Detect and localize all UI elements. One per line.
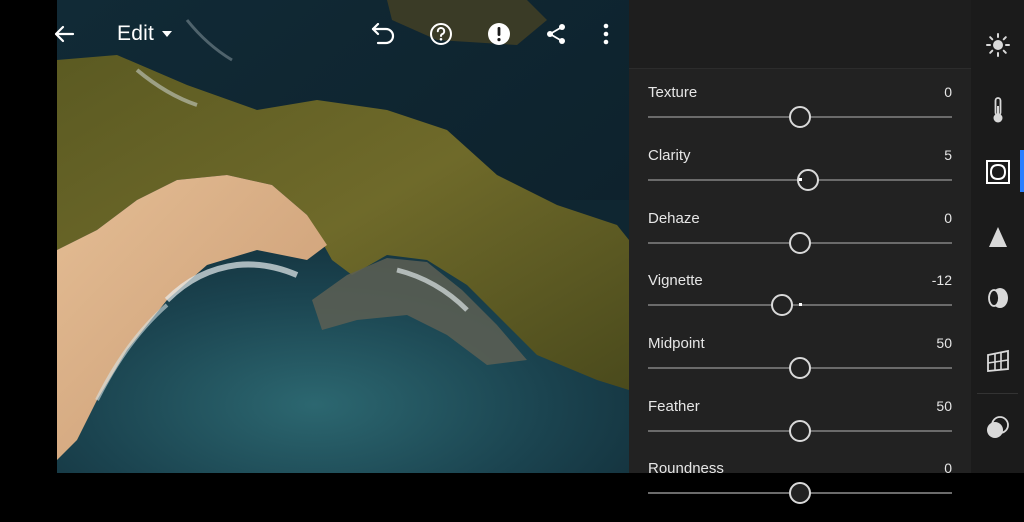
slider-label: Clarity — [648, 147, 691, 164]
slider-row-clarity: Clarity 5 — [648, 147, 952, 209]
light-icon — [985, 33, 1010, 57]
top-toolbar: Edit — [54, 0, 629, 70]
caret-down-icon — [162, 31, 172, 37]
alert-icon — [488, 23, 510, 45]
aerial-coastline-image — [57, 0, 629, 473]
color-temperature-icon — [993, 97, 1002, 123]
tool-detail[interactable] — [971, 212, 1024, 262]
slider-label: Midpoint — [648, 335, 705, 352]
slider-thumb[interactable] — [770, 294, 793, 316]
edit-mode-label: Edit — [117, 22, 154, 45]
help-button[interactable] — [427, 20, 455, 48]
slider-thumb[interactable] — [789, 482, 811, 504]
slider-value: 0 — [944, 84, 952, 100]
slider-value: 50 — [936, 335, 952, 351]
slider-value: 0 — [944, 460, 952, 476]
slider-row-midpoint: Midpoint 50 — [648, 335, 952, 397]
slider-row-texture: Texture 0 — [648, 84, 952, 146]
slider-label: Roundness — [648, 460, 724, 477]
tool-geometry[interactable] — [971, 336, 1024, 386]
slider-thumb[interactable] — [789, 357, 811, 379]
slider-row-roundness: Roundness 0 — [648, 460, 952, 522]
slider-track[interactable] — [648, 169, 952, 191]
photo-canvas[interactable] — [57, 0, 629, 473]
alert-button[interactable] — [485, 20, 513, 48]
slider-thumb[interactable] — [789, 106, 811, 128]
effects-icon — [985, 160, 1010, 184]
slider-value: 50 — [936, 398, 952, 414]
optics-icon — [987, 288, 1008, 308]
presets-icon — [986, 416, 1009, 438]
slider-track[interactable] — [648, 420, 952, 442]
slider-thumb[interactable] — [789, 232, 811, 254]
slider-track[interactable] — [648, 106, 952, 128]
arrow-left-icon — [54, 25, 75, 43]
slider-label: Texture — [648, 84, 698, 101]
undo-button[interactable] — [367, 20, 399, 48]
slider-row-feather: Feather 50 — [648, 398, 952, 460]
slider-track[interactable] — [648, 232, 952, 254]
detail-icon — [988, 227, 1007, 247]
tool-effects[interactable] — [971, 147, 1024, 197]
slider-label: Vignette — [648, 272, 703, 289]
rail-divider — [977, 393, 1018, 394]
effects-panel: Texture 0 Clarity 5 Dehaze 0 Vignette -12 Midpoi… — [629, 0, 971, 504]
slider-center-mark — [799, 178, 802, 181]
slider-value: -12 — [931, 272, 952, 288]
slider-track[interactable] — [648, 482, 952, 504]
slider-value: 0 — [944, 210, 952, 226]
slider-thumb[interactable] — [789, 420, 811, 442]
share-button[interactable] — [542, 20, 570, 48]
slider-row-vignette: Vignette -12 — [648, 272, 952, 334]
tool-color[interactable] — [971, 85, 1024, 135]
slider-track[interactable] — [648, 294, 952, 316]
active-tool-indicator — [1020, 150, 1024, 192]
tool-rail — [971, 0, 1024, 473]
slider-center-mark — [799, 303, 802, 306]
slider-value: 5 — [944, 147, 952, 163]
more-options-button[interactable] — [595, 20, 617, 48]
tool-presets[interactable] — [971, 402, 1024, 452]
help-icon — [430, 23, 452, 45]
back-button[interactable] — [50, 20, 78, 48]
edit-mode-dropdown[interactable]: Edit — [117, 18, 172, 50]
slider-label: Dehaze — [648, 210, 700, 227]
left-black-bar — [0, 0, 57, 473]
slider-track[interactable] — [648, 357, 952, 379]
more-vertical-icon — [603, 23, 609, 45]
share-icon — [547, 24, 565, 44]
tool-light[interactable] — [971, 20, 1024, 70]
slider-row-dehaze: Dehaze 0 — [648, 210, 952, 272]
tool-optics[interactable] — [971, 273, 1024, 323]
undo-icon — [371, 23, 395, 45]
geometry-icon — [986, 349, 1009, 372]
slider-label: Feather — [648, 398, 700, 415]
panel-header — [629, 0, 971, 69]
